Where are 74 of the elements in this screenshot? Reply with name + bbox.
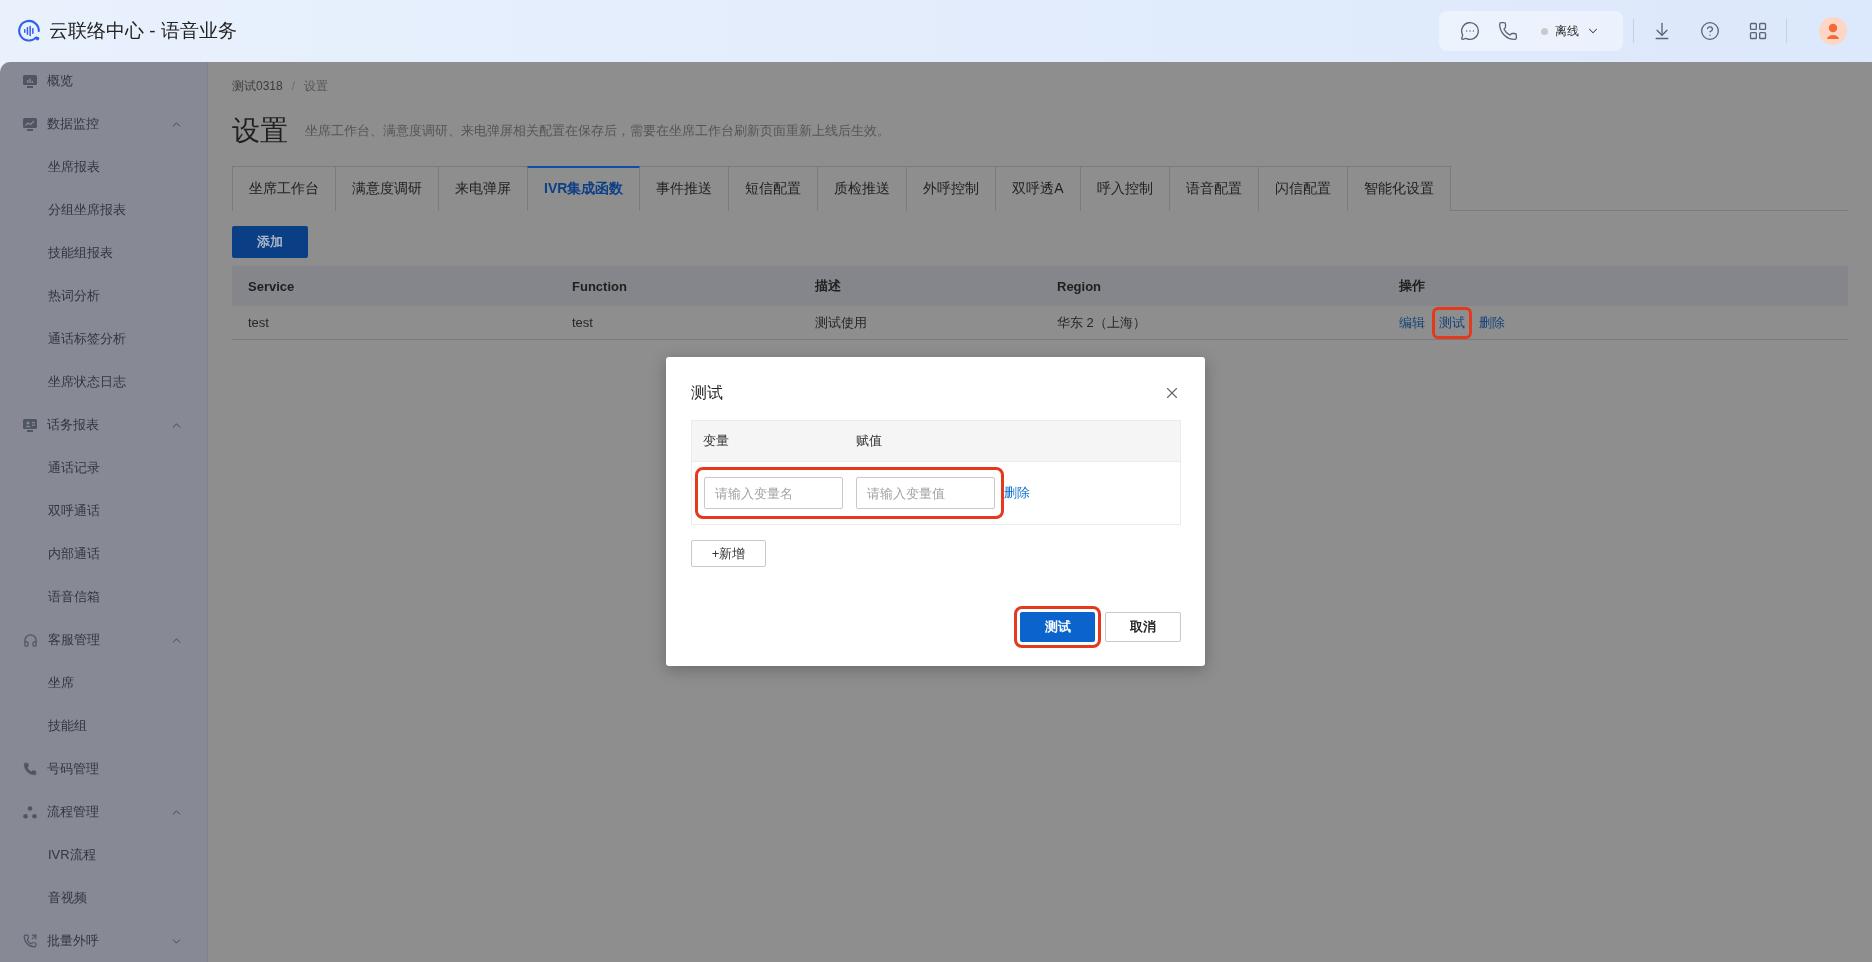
dialog-title: 测试 [691,383,723,403]
action-link[interactable]: 编辑 [1392,306,1432,339]
tab[interactable]: 质检推送 [817,166,908,211]
tab[interactable]: 坐席工作台 [232,166,336,211]
cancel-button[interactable]: 取消 [1105,612,1181,642]
column-header: Service [247,278,296,294]
table-cell-text: test [571,315,594,330]
table-cell-text: test [247,315,270,330]
column-header: 描述 [814,277,842,295]
breadcrumb-separator: / [291,79,296,93]
tab[interactable]: 呼入控制 [1079,166,1170,211]
sidebar-item[interactable]: 双呼通话 [0,492,208,530]
chat-icon[interactable] [1460,21,1480,41]
column-header: 操作 [1398,277,1426,295]
tab[interactable]: 事件推送 [639,166,730,211]
tab[interactable]: 双呼透A [995,166,1081,211]
column-header: Function [571,278,628,294]
tab[interactable]: 外呼控制 [906,166,997,211]
table-cell-text: 华东 2（上海） [1056,313,1147,332]
action-link[interactable]: 删除 [1472,306,1512,339]
grid-icon[interactable] [1748,21,1768,41]
tab[interactable]: 闪信配置 [1257,166,1348,211]
phone-arrow-icon [23,934,37,948]
sidebar-group[interactable]: 客服管理 [0,621,208,659]
sidebar-item[interactable]: 通话标签分析 [0,320,208,358]
chart-icon [23,117,37,131]
sidebar-item[interactable]: 概览 [0,62,208,100]
avatar-icon[interactable] [1819,17,1847,45]
column-header: 赋值 [856,432,883,450]
sidebar-item[interactable]: 语音信箱 [0,578,208,616]
delete-link[interactable]: 删除 [1004,484,1030,502]
sidebar-item[interactable]: 通话记录 [0,449,208,487]
sidebar-group[interactable]: 批量外呼 [0,922,208,960]
sidebar-item[interactable]: IVR流程 [0,836,208,874]
phone-icon[interactable] [1498,21,1518,41]
input-field[interactable]: 请输入变量名 [704,477,843,509]
tab[interactable]: 智能化设置 [1346,166,1451,211]
tab[interactable]: IVR集成函数 [527,166,641,211]
sidebar-item[interactable]: 热词分析 [0,277,208,315]
test-button[interactable]: 测试 [1020,612,1095,642]
sidebar-item[interactable]: 坐席报表 [0,148,208,186]
monitor-icon [23,74,37,88]
sidebar-item[interactable]: 内部通话 [0,535,208,573]
tab[interactable]: 语音配置 [1168,166,1259,211]
tab[interactable]: 满意度调研 [335,166,439,211]
table-cell-text: 测试使用 [814,313,868,332]
sidebar-group[interactable]: 数据监控 [0,105,208,143]
column-header: 变量 [703,432,730,450]
tab[interactable]: 短信配置 [728,166,819,211]
sidebar-item[interactable]: 分组坐席报表 [0,191,208,229]
add-button[interactable]: 添加 [232,226,308,258]
input-field[interactable]: 请输入变量值 [856,477,995,509]
sidebar-group[interactable]: 话务报表 [0,406,208,444]
help-icon[interactable] [1700,21,1720,41]
page-title: 设置 [232,114,288,148]
phone-icon [23,762,37,776]
sidebar-item[interactable]: 技能组报表 [0,234,208,272]
tab[interactable]: 来电弹屏 [438,166,528,211]
nodes-icon [23,805,37,819]
sidebar-item[interactable]: 坐席 [0,664,208,702]
sidebar-item[interactable]: 坐席状态日志 [0,363,208,401]
sidebar-group[interactable]: 流程管理 [0,793,208,831]
breadcrumb-link[interactable]: 测试0318 [232,77,283,95]
report-icon [23,418,37,432]
sidebar-item[interactable]: 音视频 [0,879,208,917]
action-link[interactable]: 测试 [1432,306,1472,339]
add-row-button[interactable]: +新增 [691,540,766,567]
status-dropdown[interactable]: 离线 [1541,22,1600,40]
column-header: Region [1056,278,1103,294]
headset-icon [23,632,38,648]
logo-icon [17,19,41,43]
sidebar-item[interactable]: 号码管理 [0,750,208,788]
app-title: 云联络中心 - 语音业务 [49,19,237,43]
sidebar-item[interactable]: 技能组 [0,707,208,745]
